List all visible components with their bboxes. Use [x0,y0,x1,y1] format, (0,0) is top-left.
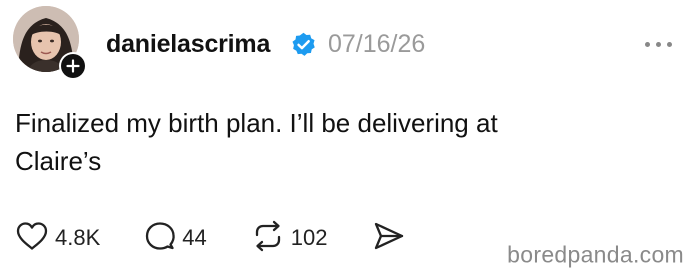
send-icon [373,221,405,256]
like-button[interactable]: 4.8K [15,221,100,256]
plus-icon [61,54,85,78]
speech-bubble-icon [144,220,176,257]
post-text-line-1: Finalized my birth plan. I’ll be deliver… [15,108,498,138]
post-text: Finalized my birth plan. I’ll be deliver… [15,104,635,180]
reply-count: 44 [182,225,207,250]
share-button[interactable] [373,221,405,256]
more-dots-icon[interactable] [645,38,683,50]
repost-count: 102 [290,225,328,250]
reply-button[interactable]: 44 [144,220,207,257]
dot [667,41,672,47]
repost-button[interactable]: 102 [251,220,328,257]
avatar-container[interactable] [13,6,87,80]
follow-button[interactable] [59,52,87,80]
username[interactable]: danielascrima [106,29,270,59]
watermark: boredpanda.com [507,241,684,268]
dot [656,41,661,47]
like-count: 4.8K [55,225,101,250]
post-date: 07/16/26 [328,30,426,58]
post-text-line-2: Claire’s [15,146,102,176]
repost-arrows-icon [251,220,285,257]
heart-icon [15,221,49,256]
dot [645,41,650,47]
action-bar: 4.8K 44 102 [15,218,435,258]
verified-check-icon [290,31,317,58]
thread-post: danielascrima 07/16/26 Finalized my birt… [0,0,700,268]
